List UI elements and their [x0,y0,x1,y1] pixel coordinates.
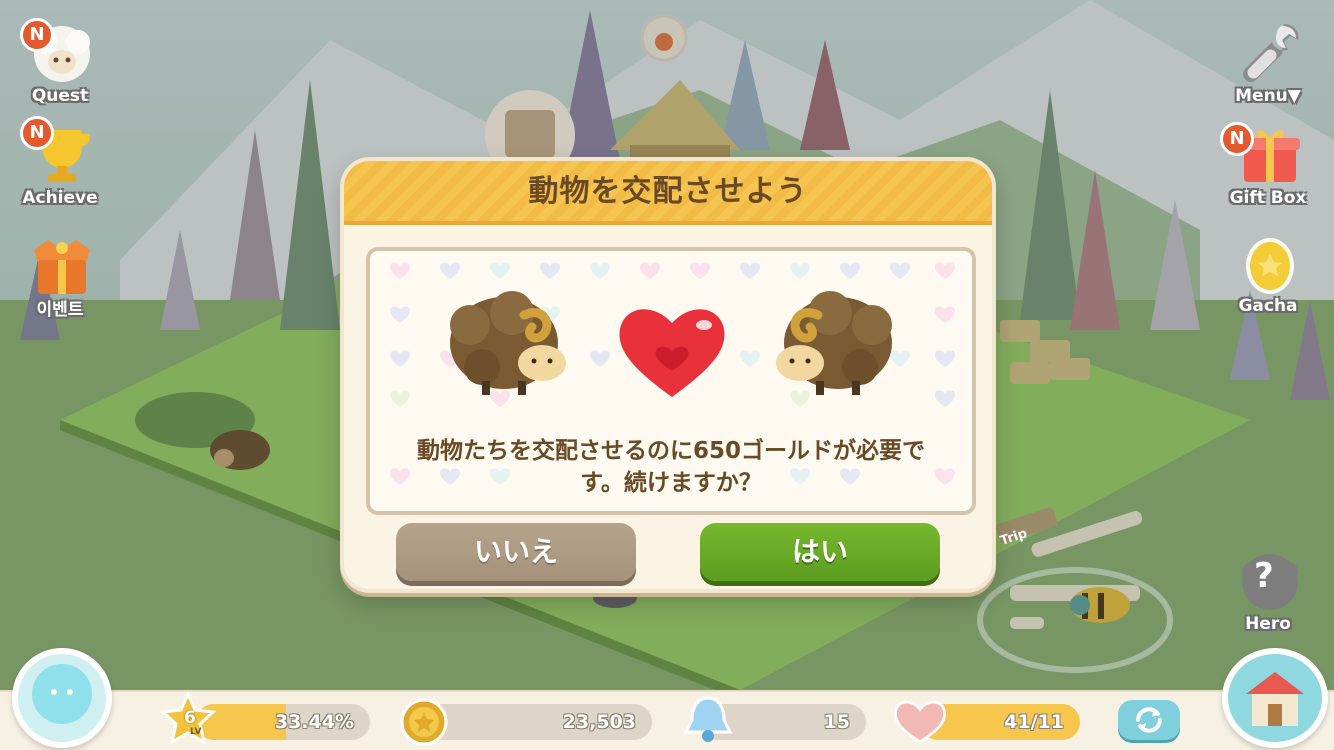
bell-icon [683,696,733,742]
new-badge-quest: N [20,18,54,52]
quest-button[interactable]: N Quest [10,14,110,106]
level-badge: 6 LV [159,690,217,748]
dialog-header: 動物を交配させよう [344,161,992,225]
gift-box-button[interactable]: N Gift Box [1218,116,1318,208]
hearts-count: 41/11 [1004,711,1064,733]
hero-button[interactable]: ? Hero [1218,542,1318,634]
hero-question-mark: ? [1254,556,1274,596]
gold-coin-icon [400,698,448,746]
breed-dialog: 動物を交配させよう 動物たちを交配させるのに650ゴールドが必要で す。続けます… [340,157,996,593]
gift-box-label: Gift Box [1229,188,1307,208]
gold-bar[interactable]: 23,503 [420,704,652,740]
quest-label: Quest [31,86,89,106]
exp-bar: 33.44% [196,704,370,740]
achieve-label: Achieve [22,188,98,208]
new-badge-gift-box: N [1220,122,1254,156]
menu-button[interactable]: Menu▼ [1218,14,1318,106]
gacha-button[interactable]: Gacha [1218,224,1318,316]
achieve-button[interactable]: N Achieve [10,116,110,208]
exp-percent: 33.44% [274,711,354,733]
friends-button[interactable] [12,648,112,748]
golden-egg-icon [1246,238,1294,294]
gold-amount: 23,503 [562,711,636,733]
dialog-content-panel: 動物たちを交配させるのに650ゴールドが必要で す。続けますか？ [366,247,976,515]
shop-button[interactable] [1222,648,1328,748]
level-number: 6 [184,708,196,728]
refresh-icon [1136,707,1162,733]
dialog-title: 動物を交配させよう [528,174,808,209]
shop-icon [1246,672,1304,726]
level-tag: LV [190,727,202,737]
menu-label: Menu▼ [1235,86,1301,106]
left-ram-icon [450,291,566,395]
treasure-box-icon [34,240,90,294]
event-button[interactable]: 이벤트 [10,228,110,320]
gacha-label: Gacha [1238,296,1298,316]
dialog-message-line-1: 動物たちを交配させるのに650ゴールドが必要で [416,438,925,464]
dialog-message: 動物たちを交配させるのに650ゴールドが必要で す。続けますか？ [370,435,972,499]
new-badge-achieve: N [20,116,54,150]
wrench-icon [1243,24,1299,83]
yes-button[interactable]: はい [700,523,940,581]
right-ram-icon [776,291,892,395]
dialog-message-line-2: す。続けますか？ [580,470,762,496]
hero-label: Hero [1245,614,1291,634]
heart-icon [894,700,946,744]
bell-count: 15 [823,711,850,733]
no-button[interactable]: いいえ [396,523,636,581]
refresh-button[interactable] [1118,700,1180,740]
event-label: 이벤트 [36,300,84,320]
love-heart-icon [619,309,725,397]
ghost-icon [32,664,92,724]
